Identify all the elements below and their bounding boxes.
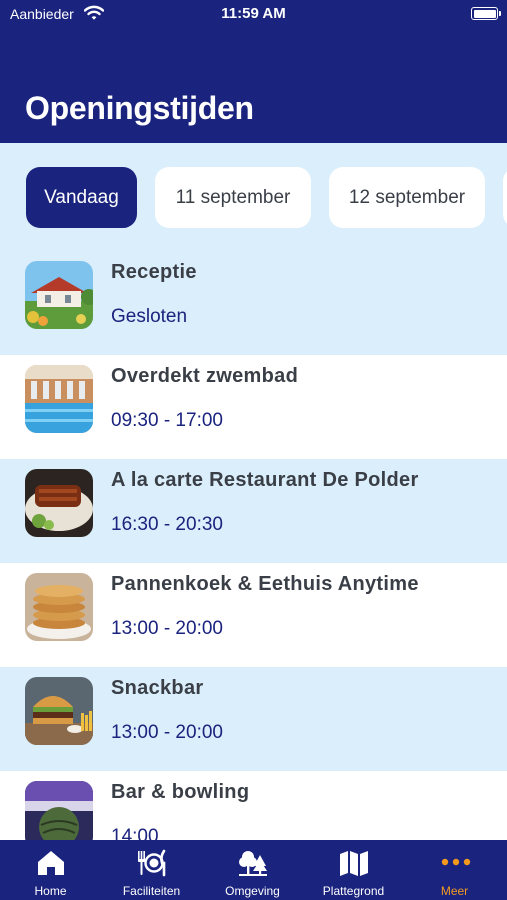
facility-hours: Gesloten — [111, 306, 188, 327]
facility-row-snackbar[interactable]: Snackbar 13:00 - 20:00 — [0, 667, 507, 771]
date-chip-sep-11[interactable]: 11 september — [155, 167, 311, 228]
facility-row-restaurant[interactable]: A la carte Restaurant De Polder 16:30 - … — [0, 459, 507, 563]
clock: 11:59 AM — [221, 5, 286, 22]
trees-icon — [237, 849, 269, 877]
tab-label: Meer — [440, 884, 469, 898]
facility-name: A la carte Restaurant De Polder — [111, 469, 419, 491]
pancakes-photo — [25, 573, 93, 641]
pool-photo — [25, 365, 93, 433]
tab-surroundings[interactable]: Omgeving — [202, 840, 303, 900]
bowling-photo — [25, 781, 93, 840]
facility-hours: 13:00 - 20:00 — [111, 722, 223, 743]
tab-home[interactable]: Home — [0, 840, 101, 900]
facility-name: Bar & bowling — [111, 781, 250, 803]
facility-name: Overdekt zwembad — [111, 365, 299, 387]
reception-photo — [25, 261, 93, 329]
date-selector: Vandaag 11 september 12 september — [0, 143, 507, 251]
burger-photo — [25, 677, 93, 745]
facility-hours: 09:30 - 17:00 — [111, 410, 223, 431]
ribs-photo — [25, 469, 93, 537]
cutlery-icon — [136, 849, 168, 877]
more-icon — [440, 849, 472, 877]
tab-label: Omgeving — [225, 884, 280, 898]
tab-label: Faciliteiten — [122, 884, 181, 898]
tab-facilities[interactable]: Faciliteiten — [101, 840, 202, 900]
facility-name: Snackbar — [111, 677, 204, 699]
facility-row-indoor-pool[interactable]: Overdekt zwembad 09:30 - 17:00 — [0, 355, 507, 459]
status-bar: Aanbieder 11:59 AM — [0, 0, 507, 28]
tab-label: Plattegrond — [322, 884, 385, 898]
facility-row-pancake-house[interactable]: Pannenkoek & Eethuis Anytime 13:00 - 20:… — [0, 563, 507, 667]
map-icon — [338, 849, 370, 877]
facility-row-bar-bowling[interactable]: Bar & bowling 14:00 — [0, 771, 507, 840]
date-chip-next[interactable] — [503, 167, 507, 228]
facility-hours: 13:00 - 20:00 — [111, 618, 223, 639]
header: Aanbieder 11:59 AM Openingstijden — [0, 0, 507, 143]
facility-hours: 14:00 — [111, 826, 159, 840]
date-chip-sep-12[interactable]: 12 september — [329, 167, 485, 228]
date-chip-today[interactable]: Vandaag — [26, 167, 137, 228]
tab-more[interactable]: Meer — [404, 840, 507, 900]
battery-icon — [471, 7, 501, 20]
page-title: Openingstijden — [25, 90, 254, 126]
facility-name: Receptie — [111, 261, 197, 283]
facility-list: Receptie Gesloten Overdekt zwembad 09:30… — [0, 251, 507, 840]
facility-row-reception[interactable]: Receptie Gesloten — [0, 251, 507, 355]
facility-name: Pannenkoek & Eethuis Anytime — [111, 573, 419, 595]
tab-label: Home — [34, 884, 67, 898]
home-icon — [35, 849, 67, 877]
tab-bar: Home Faciliteiten Omgeving Plattegrond M… — [0, 840, 507, 900]
facility-hours: 16:30 - 20:30 — [111, 514, 223, 535]
tab-map[interactable]: Plattegrond — [303, 840, 404, 900]
